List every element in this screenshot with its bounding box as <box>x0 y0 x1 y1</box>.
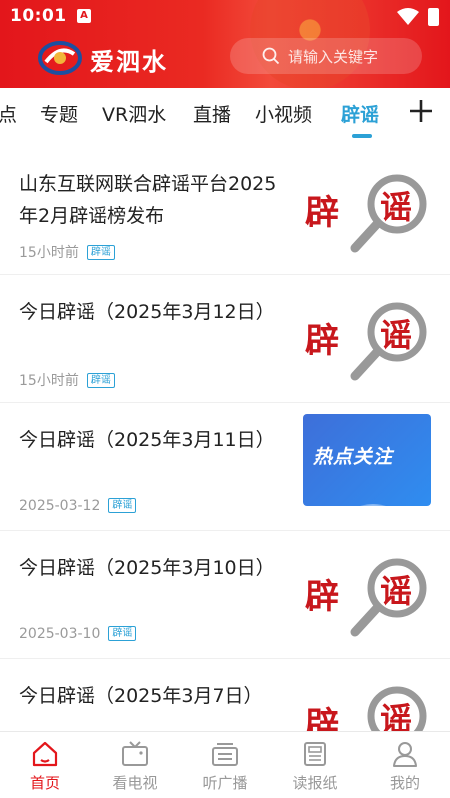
newspaper-icon <box>304 742 326 766</box>
thumb-glyph-left: 辟 <box>305 321 339 361</box>
category-tag: 辟谣 <box>86 244 115 260</box>
category-tag: 辟谣 <box>108 497 137 513</box>
status-time: 10:01 <box>10 6 67 26</box>
list-item[interactable]: 今日辟谣（2025年3月10日） 2025-03-10 辟谣 辟 谣 <box>0 530 450 659</box>
search-box[interactable]: 请输入关键字 <box>230 38 422 74</box>
article-title: 今日辟谣（2025年3月7日） <box>19 685 263 707</box>
list-item[interactable]: 山东互联网联合辟谣平台2025年2月辟谣榜发布 15小时前 辟谣 辟 谣 <box>0 146 450 275</box>
rumor-thumbnail: 辟 谣 <box>305 302 427 381</box>
search-placeholder: 请输入关键字 <box>288 48 379 66</box>
tab-hot[interactable]: 点 <box>0 100 17 127</box>
article-time: 15小时前 <box>19 245 79 261</box>
search-icon <box>262 47 280 65</box>
category-tag: 辟谣 <box>86 372 115 388</box>
nav-label: 看电视 <box>112 774 158 792</box>
tab-vr-sishui[interactable]: VR泗水 <box>102 100 166 127</box>
thumb-glyph-left: 辟 <box>305 193 339 233</box>
list-item[interactable]: 今日辟谣（2025年3月12日） 15小时前 辟谣 辟 谣 <box>0 274 450 403</box>
thumb-glyph-right: 谣 <box>380 316 412 354</box>
nav-newspaper[interactable]: 读报纸 <box>270 732 360 798</box>
radio-icon <box>212 743 238 766</box>
tv-icon <box>122 741 148 766</box>
wifi-icon <box>397 8 419 25</box>
notification-icon: A <box>77 9 91 23</box>
status-bar: 10:01 A <box>0 0 450 34</box>
article-time: 2025-03-12 <box>19 498 101 514</box>
list-item[interactable]: 今日辟谣（2025年3月11日） 2025-03-12 辟谣 热点关注 <box>0 402 450 531</box>
tab-topics[interactable]: 专题 <box>40 100 78 127</box>
tab-rumor-refute[interactable]: 辟谣 <box>341 100 379 127</box>
bottom-navigation: 首页 看电视 听广播 读报纸 我的 <box>0 731 450 798</box>
nav-tv[interactable]: 看电视 <box>90 732 180 798</box>
article-meta: 15小时前 辟谣 <box>19 242 115 262</box>
battery-icon <box>428 8 439 26</box>
profile-icon <box>393 742 417 767</box>
nav-label: 读报纸 <box>292 774 338 792</box>
article-meta: 2025-03-12 辟谣 <box>19 497 137 514</box>
rumor-thumbnail: 辟 谣 <box>305 558 427 637</box>
article-title: 山东互联网联合辟谣平台2025年2月辟谣榜发布 <box>19 173 277 227</box>
article-meta: 15小时前 辟谣 <box>19 370 115 390</box>
category-tag: 辟谣 <box>108 625 137 641</box>
nav-label: 首页 <box>29 774 60 792</box>
active-tab-indicator <box>352 134 372 138</box>
nav-label: 我的 <box>389 774 420 792</box>
nav-label: 听广播 <box>202 774 248 792</box>
rumor-thumbnail: 辟 谣 <box>305 174 427 253</box>
nav-profile[interactable]: 我的 <box>360 732 450 798</box>
app-header: 10:01 A 爱泗水 请输入关键字 <box>0 0 450 88</box>
home-icon <box>32 741 58 767</box>
tab-live[interactable]: 直播 <box>193 100 231 127</box>
article-time: 15小时前 <box>19 373 79 389</box>
glow-decoration <box>343 504 403 506</box>
article-title: 今日辟谣（2025年3月12日） <box>19 301 275 323</box>
nav-home[interactable]: 首页 <box>0 732 90 798</box>
article-time: 2025-03-10 <box>19 626 101 642</box>
app-logo-icon <box>38 41 82 75</box>
hot-topic-thumbnail: 热点关注 <box>303 414 431 506</box>
article-title: 今日辟谣（2025年3月10日） <box>19 557 275 579</box>
article-meta: 2025-03-10 辟谣 <box>19 625 137 642</box>
add-channel-icon[interactable] <box>407 97 435 125</box>
hot-topic-text: 热点关注 <box>313 446 394 468</box>
channel-tabs: 点 专题 VR泗水 直播 小视频 辟谣 <box>0 88 450 144</box>
thumb-glyph-right: 谣 <box>380 572 412 610</box>
thumb-glyph-left: 辟 <box>305 577 339 617</box>
brand-name: 爱泗水 <box>90 48 168 76</box>
article-title: 今日辟谣（2025年3月11日） <box>19 429 275 451</box>
nav-radio[interactable]: 听广播 <box>180 732 270 798</box>
tab-short-video[interactable]: 小视频 <box>255 100 312 127</box>
thumb-glyph-right: 谣 <box>380 188 412 226</box>
